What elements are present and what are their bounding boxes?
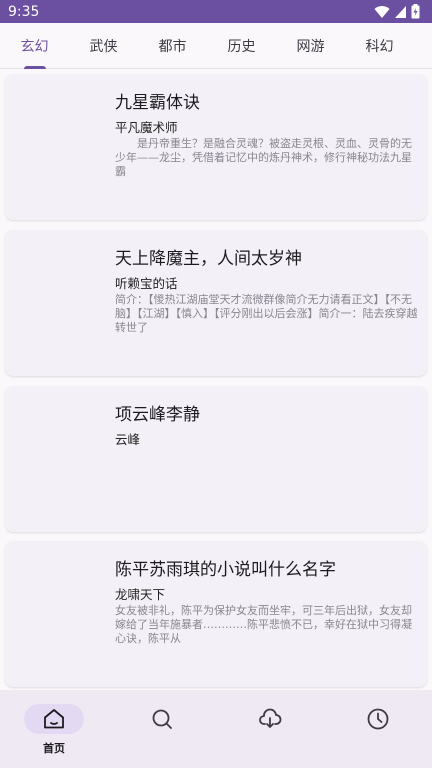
book-card[interactable]: 陈平苏雨琪的小说叫什么名字 龙啸天下 女友被非礼，陈平为保护女友而坐牢，可三年后… (5, 541, 427, 687)
book-description: 女友被非礼，陈平为保护女友而坐牢，可三年后出狱，女友却嫁给了当年施暴者…………陈… (115, 604, 412, 645)
tab-wuxia[interactable]: 武侠 (69, 23, 138, 69)
nav-home-indicator (24, 704, 84, 734)
nav-search[interactable] (108, 690, 216, 768)
book-description: 简介：【惾热江湖庙堂天才流微群像简介无力请看正文】【不无脑】【江湖】【慎入】【评… (115, 293, 418, 334)
category-tabs: 玄幻 武侠 都市 历史 网游 科幻 (0, 23, 432, 69)
status-bar: 9:35 (0, 0, 432, 23)
tab-kehuan[interactable]: 科幻 (345, 23, 414, 69)
tab-dushi[interactable]: 都市 (138, 23, 207, 69)
book-description: 是丹帝重生？是融合灵魂？被盗走灵根、灵血、灵骨的无少年——龙尘，凭借着记忆中的炼… (115, 137, 412, 178)
book-title: 陈平苏雨琪的小说叫什么名字 (115, 560, 336, 580)
bottom-navigation: 首页 (0, 690, 432, 768)
book-card[interactable]: 天上降魔主，人间太岁神 听赖宝的话 简介：【惾热江湖庙堂天才流微群像简介无力请看… (5, 230, 427, 376)
book-author: 听赖宝的话 (115, 276, 178, 291)
book-title: 天上降魔主，人间太岁神 (115, 249, 302, 269)
tab-lishi[interactable]: 历史 (207, 23, 276, 69)
history-icon (367, 708, 389, 730)
battery-icon (411, 4, 420, 19)
book-title: 九星霸体诀 (115, 93, 200, 113)
book-author: 云峰 (115, 432, 141, 447)
tab-wangyou[interactable]: 网游 (276, 23, 345, 69)
book-title: 项云峰李静 (115, 405, 200, 425)
book-card[interactable]: 项云峰李静 云峰 (5, 386, 427, 532)
book-author: 龙啸天下 (115, 587, 166, 602)
status-icons (374, 4, 420, 19)
nav-home[interactable]: 首页 (0, 690, 108, 768)
status-time: 9:35 (8, 3, 40, 20)
signal-icon (395, 5, 406, 18)
search-icon (152, 709, 172, 729)
home-icon (44, 709, 64, 729)
nav-download[interactable] (216, 690, 324, 768)
tab-xuanhuan[interactable]: 玄幻 (0, 23, 69, 69)
download-icon (259, 708, 282, 728)
book-author: 平凡魔术师 (115, 120, 178, 135)
nav-history[interactable] (324, 690, 432, 768)
wifi-icon (374, 5, 390, 18)
nav-home-label: 首页 (43, 742, 65, 755)
book-card[interactable]: 九星霸体诀 平凡魔术师 是丹帝重生？是融合灵魂？被盗走灵根、灵血、灵骨的无少年—… (5, 74, 427, 220)
